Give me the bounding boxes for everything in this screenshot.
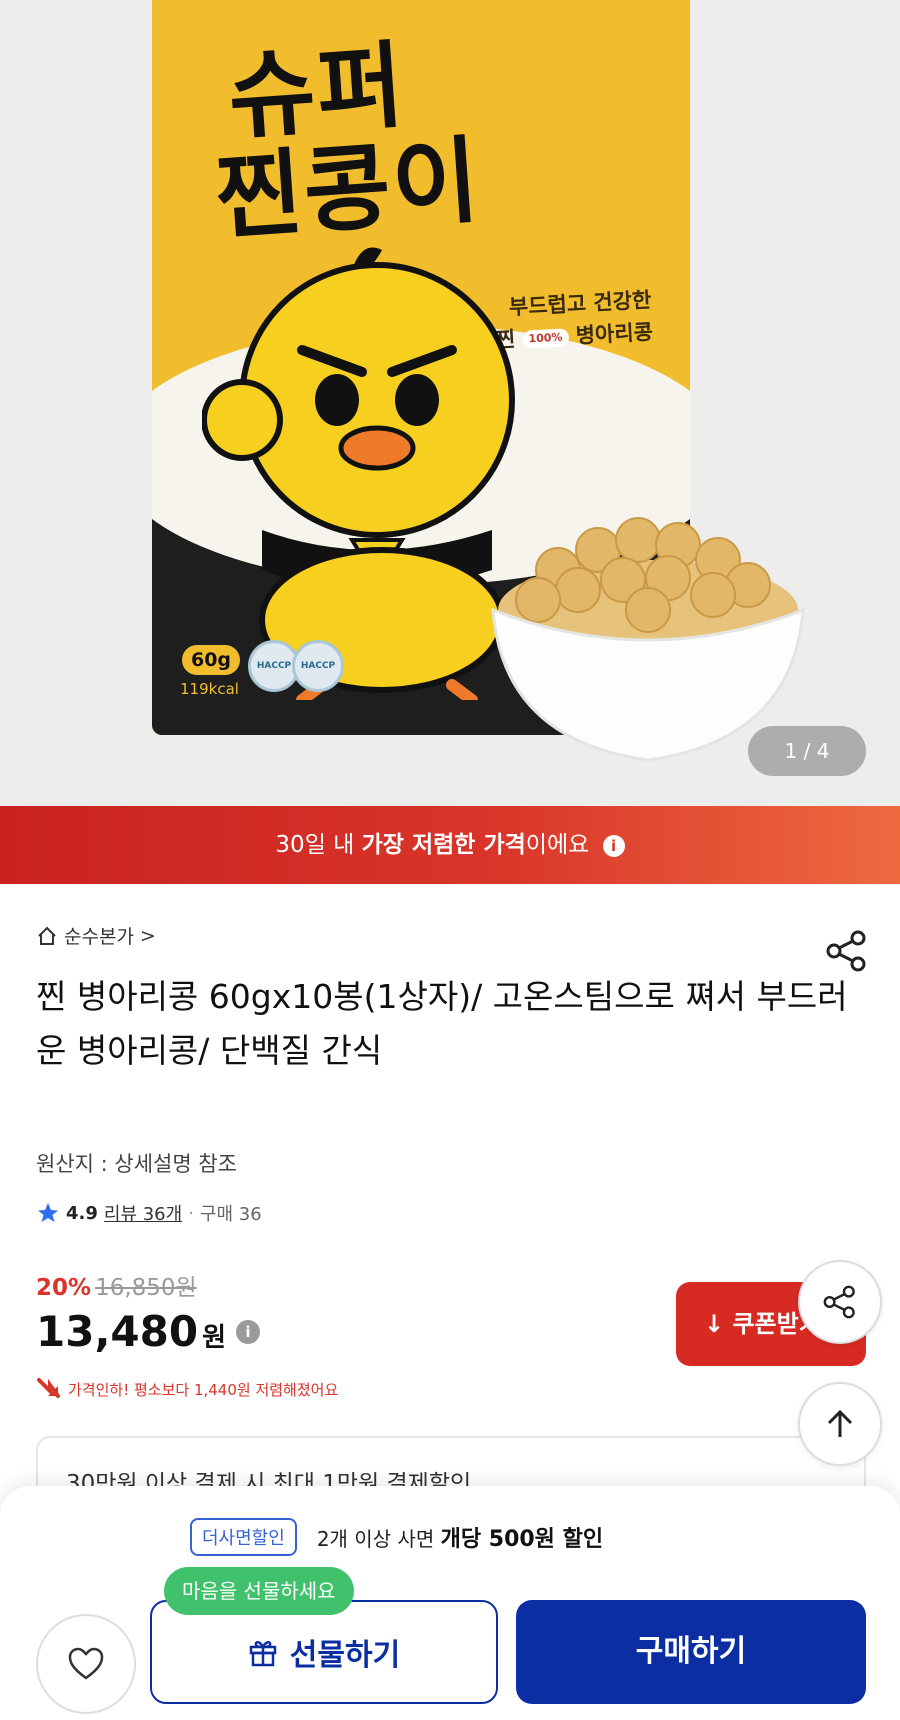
review-count-link[interactable]: 리뷰 36개 xyxy=(104,1200,182,1226)
price-currency: 원 xyxy=(202,1323,226,1353)
share-icon xyxy=(823,1285,855,1319)
arrow-up-icon xyxy=(827,1409,853,1437)
price-drop-text: 가격인하! 평소보다 1,440원 저렴해졌어요 xyxy=(68,1380,339,1399)
gift-button[interactable]: 선물하기 xyxy=(150,1600,498,1704)
banner-highlight: 가장 저렴한 가격 xyxy=(361,832,526,858)
product-title: 찐 병아리콩 60gx10봉(1상자)/ 고온스팀으로 쪄서 부드러운 병아리콩… xyxy=(36,977,848,1070)
home-icon xyxy=(38,926,56,945)
gift-icon xyxy=(249,1641,277,1667)
banner-prefix: 30일 내 xyxy=(275,832,362,858)
wishlist-button[interactable] xyxy=(36,1614,136,1714)
trend-down-icon xyxy=(37,1378,60,1398)
kcal-label: 119kcal xyxy=(180,680,239,698)
download-icon: ↓ xyxy=(704,1310,725,1338)
floating-share-button[interactable] xyxy=(798,1260,882,1344)
pouch-brand-title: 슈퍼 찐콩이 xyxy=(212,31,484,253)
product-origin: 원산지 : 상세설명 참조 xyxy=(36,1152,237,1176)
original-price: 16,850원 xyxy=(95,1275,197,1301)
image-counter: 1 / 4 xyxy=(748,726,866,776)
bulk-bold: 개당 500원 할인 xyxy=(440,1527,604,1552)
weight-badge: 60g xyxy=(182,645,240,675)
product-image-carousel[interactable]: 슈퍼 찐콩이 부드럽고 건강한 찐 100% 병아리콩 60g 119kcal … xyxy=(0,0,900,806)
heart-icon xyxy=(68,1647,104,1680)
store-name: 순수본가 xyxy=(64,926,134,948)
gift-label: 선물하기 xyxy=(289,1638,401,1673)
star-icon xyxy=(38,1203,58,1222)
product-page: 슈퍼 찐콩이 부드럽고 건강한 찐 100% 병아리콩 60g 119kcal … xyxy=(0,0,900,1720)
bulk-discount-badge: 더사면할인 xyxy=(190,1518,297,1556)
bulk-discount-text: 2개 이상 사면 개당 500원 할인 xyxy=(317,1521,603,1553)
gift-tooltip: 마음을 선물하세요 xyxy=(164,1567,354,1615)
price-row: 13,480 원 i xyxy=(36,1307,260,1356)
buy-button[interactable]: 구매하기 xyxy=(516,1600,866,1704)
rating-separator: · xyxy=(188,1202,194,1224)
price-info-icon[interactable]: i xyxy=(236,1319,260,1344)
banner-info-icon[interactable]: i xyxy=(602,835,625,857)
purchase-count: 구매 36 xyxy=(199,1204,262,1225)
share-icon[interactable] xyxy=(822,926,872,976)
chevron-right-icon: > xyxy=(139,924,156,947)
price-drop-note: 가격인하! 평소보다 1,440원 저렴해졌어요 xyxy=(36,1376,338,1402)
store-link[interactable]: 순수본가 > xyxy=(36,922,156,949)
discount-row: 20% 16,850원 xyxy=(36,1268,197,1302)
bulk-discount-row: 더사면할인 2개 이상 사면 개당 500원 할인 xyxy=(190,1518,603,1556)
banner-suffix: 이에요 xyxy=(525,832,590,858)
rating-row: 4.9 리뷰 36개 · 구매 36 xyxy=(36,1200,262,1226)
pouch-tagline-post: 병아리콩 xyxy=(574,319,654,348)
sale-price: 13,480 xyxy=(36,1307,199,1356)
haccp-badge-2: HACCP xyxy=(292,640,344,692)
bulk-prefix: 2개 이상 사면 xyxy=(316,1527,435,1551)
rating-score: 4.9 xyxy=(66,1202,98,1224)
discount-percent: 20% xyxy=(36,1275,92,1301)
scroll-to-top-button[interactable] xyxy=(798,1382,882,1466)
lowest-price-banner[interactable]: 30일 내 가장 저렴한 가격이에요 i xyxy=(0,806,900,884)
